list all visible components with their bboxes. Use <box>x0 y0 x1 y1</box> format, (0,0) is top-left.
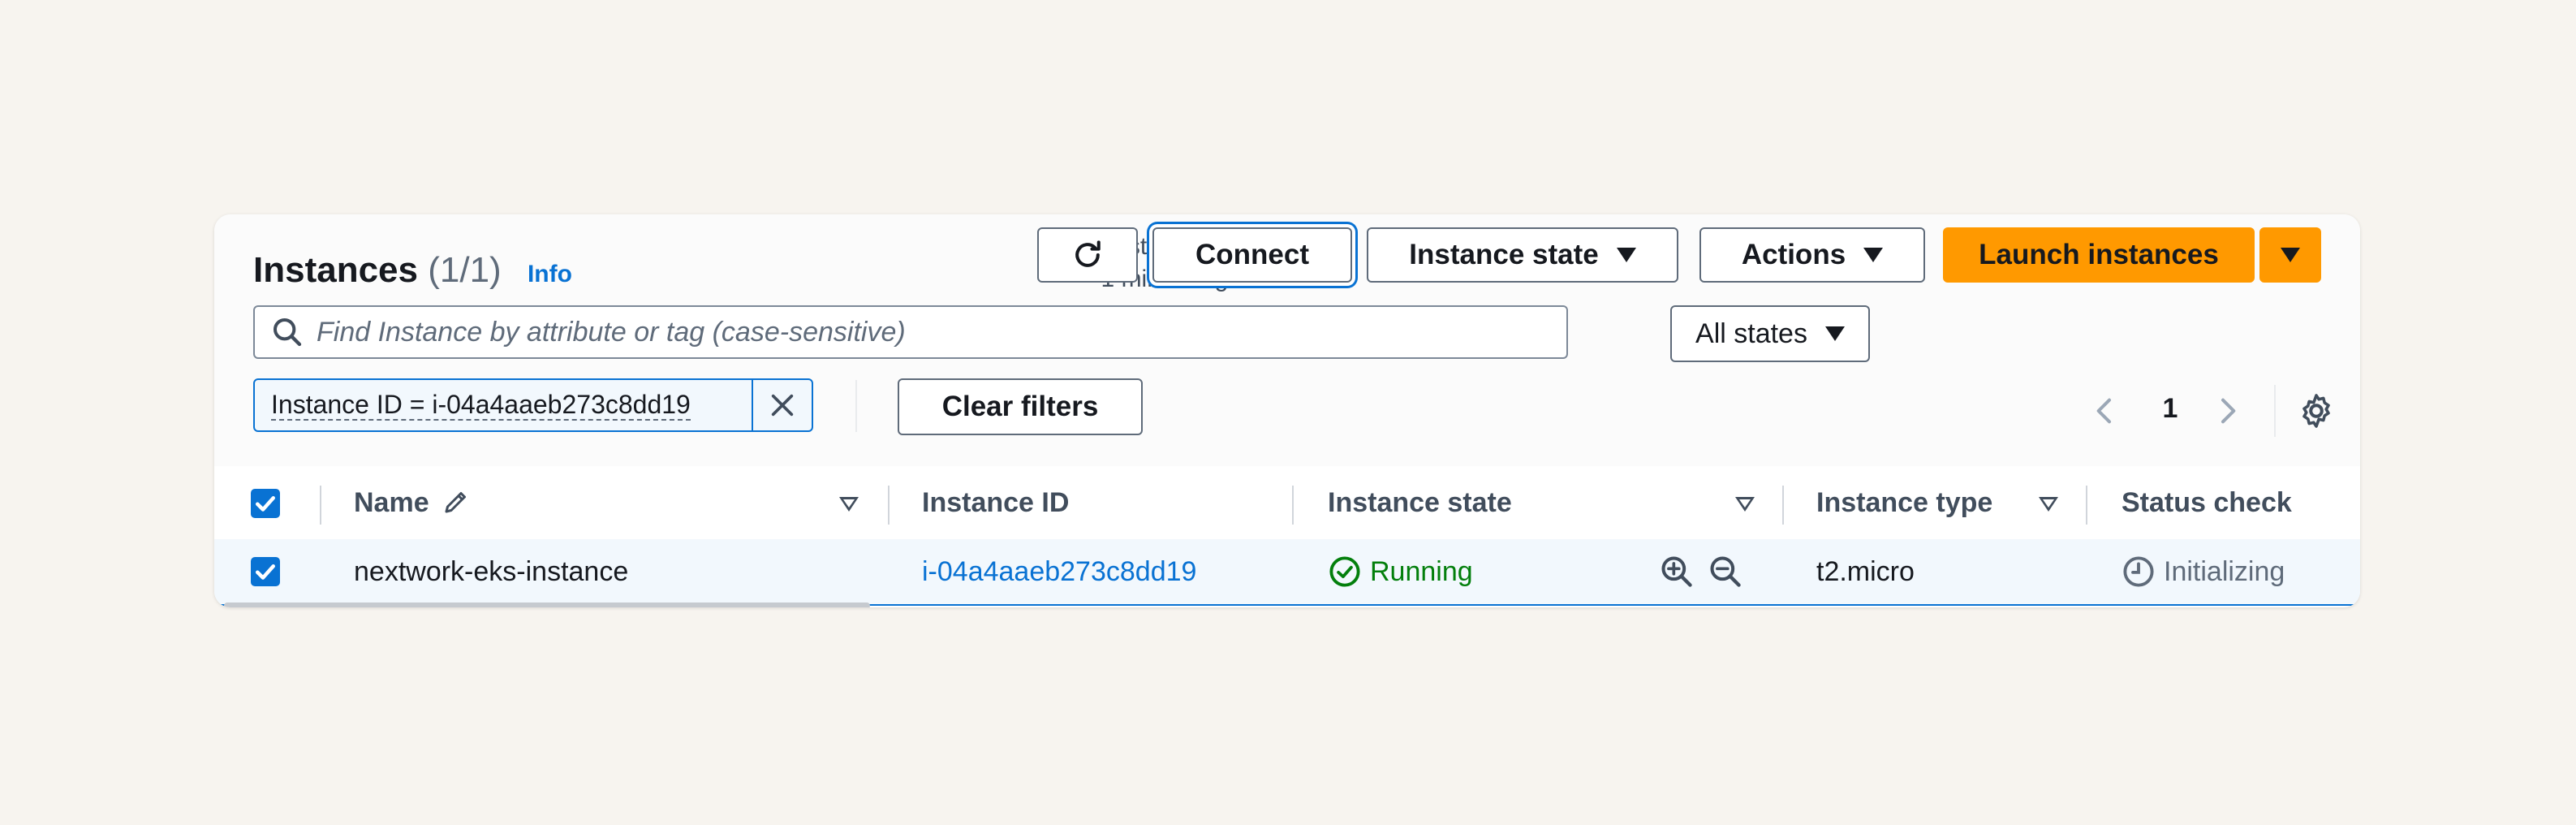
instance-state-label: Instance state <box>1409 239 1599 270</box>
caret-down-icon <box>1824 326 1845 341</box>
column-name-label: Name <box>354 487 429 518</box>
cell-status-check: Initializing <box>2122 539 2285 604</box>
caret-down-icon[interactable] <box>1735 497 1755 512</box>
divider <box>855 380 857 432</box>
status-check-text: Initializing <box>2164 556 2285 587</box>
instance-state-text: Running <box>1370 556 1473 587</box>
clear-filters-button[interactable]: Clear filters <box>898 378 1143 435</box>
caret-down-icon <box>2281 248 2300 262</box>
gear-icon[interactable] <box>2297 391 2336 430</box>
search-icon <box>274 318 302 347</box>
chevron-left-icon[interactable] <box>2089 391 2122 430</box>
state-filter-value: All states <box>1695 317 1807 349</box>
horizontal-scrollbar[interactable] <box>224 603 870 607</box>
column-separator <box>2086 486 2087 525</box>
actions-label: Actions <box>1741 239 1846 270</box>
row-checkbox[interactable] <box>251 557 280 586</box>
check-circle-icon <box>1329 556 1360 587</box>
column-header-instance-id[interactable]: Instance ID <box>922 466 1069 539</box>
connect-button[interactable]: Connect <box>1152 227 1352 283</box>
caret-down-icon[interactable] <box>839 497 859 512</box>
title-text: Instances <box>253 250 418 290</box>
instance-state-dropdown[interactable]: Instance state <box>1367 227 1678 283</box>
chevron-right-icon[interactable] <box>2211 391 2243 430</box>
table-header: Name Instance ID Instance state Instance… <box>214 466 2360 541</box>
clock-icon <box>2123 556 2154 587</box>
zoom-out-icon[interactable] <box>1708 554 1743 590</box>
filter-token[interactable]: Instance ID = i-04a4aaeb273c8dd19 <box>253 378 753 432</box>
refresh-icon <box>1075 240 1101 267</box>
select-all-checkbox[interactable] <box>251 489 280 518</box>
refresh-button[interactable] <box>1037 227 1138 283</box>
zoom-in-icon[interactable] <box>1659 554 1695 590</box>
info-link[interactable]: Info <box>528 261 572 287</box>
checkbox-icon <box>256 496 275 512</box>
connect-label: Connect <box>1195 239 1309 270</box>
clear-filters-label: Clear filters <box>941 391 1099 422</box>
cell-instance-state: Running <box>1328 539 1473 604</box>
launch-options-dropdown[interactable] <box>2259 227 2321 283</box>
column-header-status-check[interactable]: Status check <box>2122 466 2292 539</box>
caret-down-icon <box>1616 248 1636 262</box>
column-header-instance-state[interactable]: Instance state <box>1328 466 1512 539</box>
search-input[interactable] <box>317 316 1566 348</box>
page-title: Instances (1/1) Info <box>253 231 572 314</box>
caret-down-icon <box>1863 248 1884 262</box>
cell-name: nextwork-eks-instance <box>354 556 629 587</box>
search-box <box>253 305 1568 359</box>
column-separator <box>1292 486 1294 525</box>
checkbox-icon <box>256 564 275 580</box>
close-icon <box>771 394 794 417</box>
caret-down-icon[interactable] <box>2039 497 2058 512</box>
instance-count: (1/1) <box>428 250 502 290</box>
cell-instance-type: t2.micro <box>1816 556 1915 587</box>
instances-panel: Instances (1/1) Info Last updated 1 minu… <box>214 214 2360 607</box>
column-separator <box>320 486 321 525</box>
column-header-instance-type[interactable]: Instance type <box>1816 466 1992 539</box>
filter-token-label: Instance ID = i-04a4aaeb273c8dd19 <box>271 390 691 421</box>
actions-dropdown[interactable]: Actions <box>1699 227 1925 283</box>
launch-instances-button[interactable]: Launch instances <box>1943 227 2255 283</box>
page-number[interactable]: 1 <box>2146 388 2195 429</box>
divider <box>2274 385 2276 437</box>
state-filter-select[interactable]: All states <box>1670 305 1870 362</box>
edit-icon <box>445 492 467 513</box>
cell-instance-id-link[interactable]: i-04a4aaeb273c8dd19 <box>922 539 1196 604</box>
column-separator <box>888 486 890 525</box>
remove-filter-button[interactable] <box>752 378 813 432</box>
column-separator <box>1782 486 1784 525</box>
launch-label: Launch instances <box>1979 239 2219 270</box>
column-header-name[interactable]: Name <box>354 466 471 539</box>
table-row[interactable]: nextwork-eks-instance i-04a4aaeb273c8dd1… <box>214 539 2360 606</box>
